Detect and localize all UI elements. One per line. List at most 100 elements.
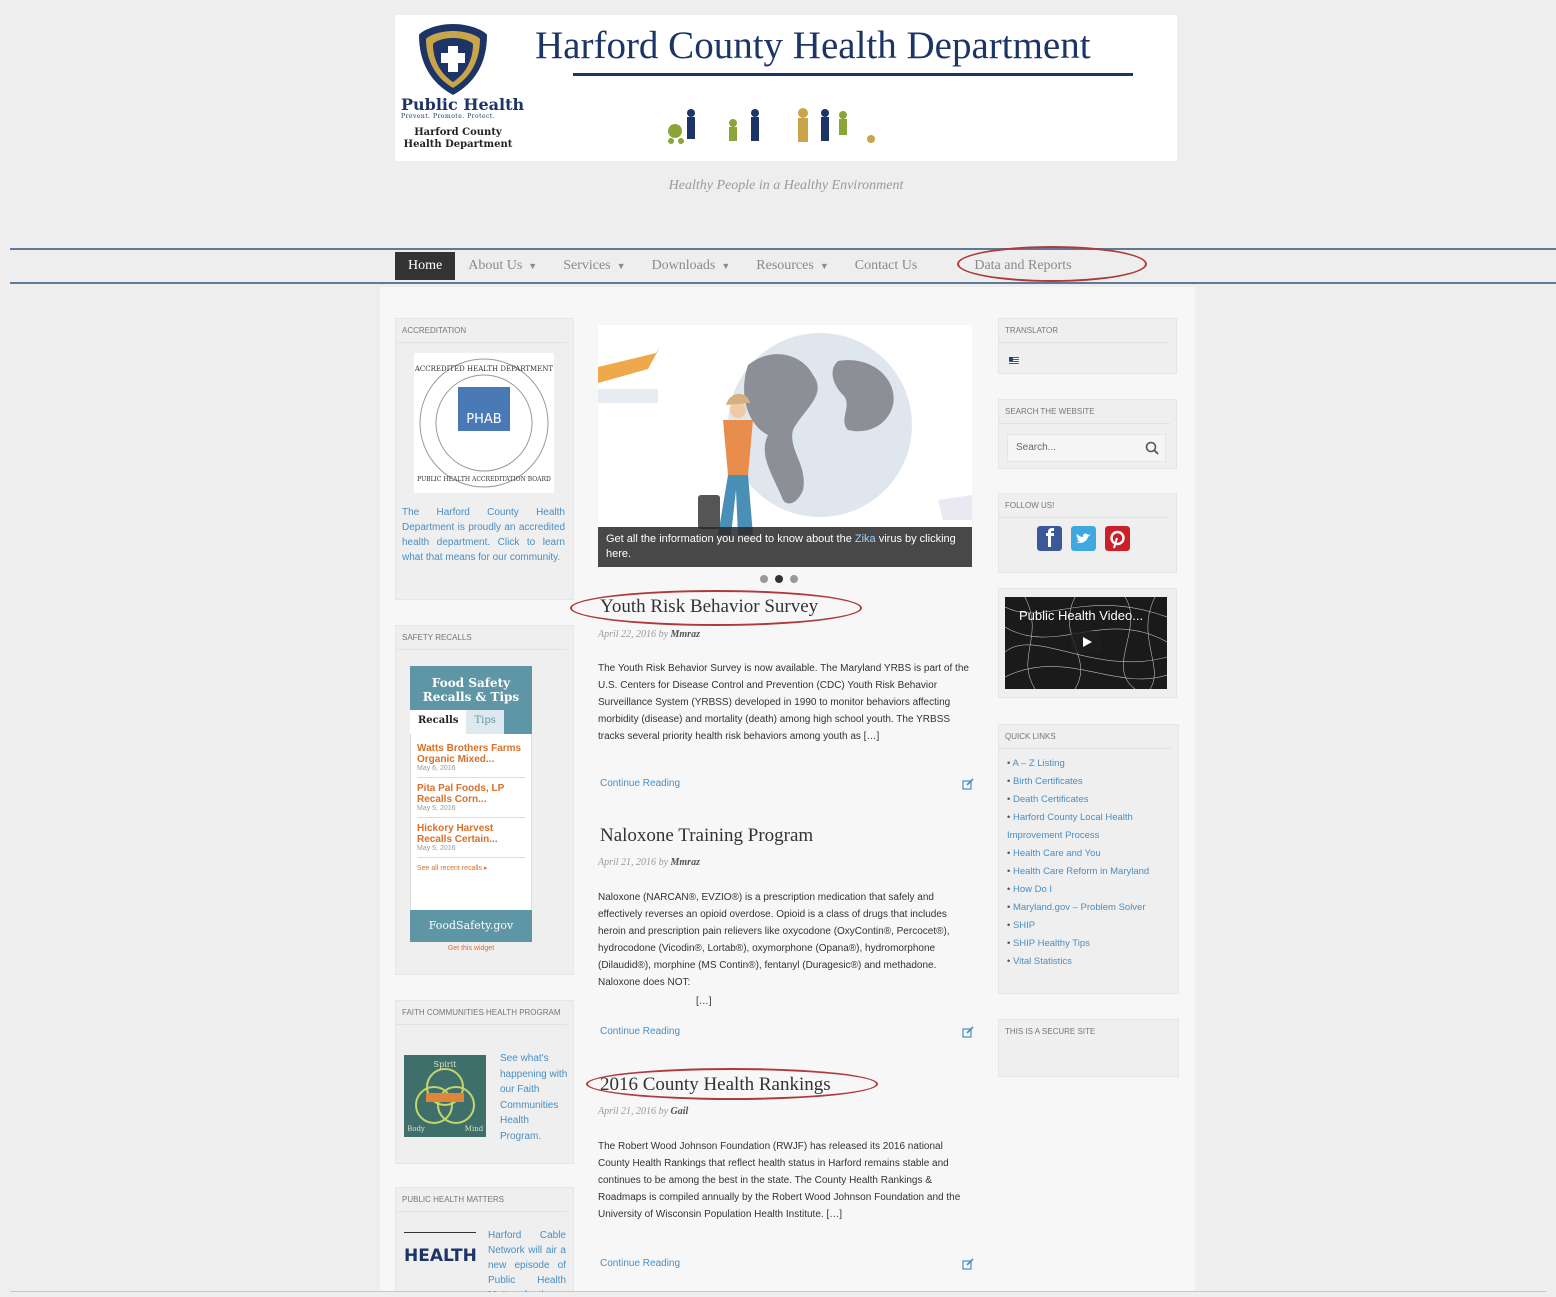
widget-title: SAFETY RECALLS xyxy=(396,626,567,650)
nav-item-resources[interactable]: Resources ▼ xyxy=(743,252,841,280)
widget-title: THIS IS A SECURE SITE xyxy=(1005,1027,1096,1036)
list-item[interactable]: Hickory Harvest Recalls Certain... May 5… xyxy=(417,818,525,858)
post-author[interactable]: Mmraz xyxy=(671,629,700,640)
see-all-recalls-link[interactable]: See all recent recalls ▸ xyxy=(417,858,525,872)
recall-date: May 6, 2016 xyxy=(417,765,456,772)
public-health-matters-link[interactable]: Harford Cable Network will air a new epi… xyxy=(488,1228,566,1292)
quick-link[interactable]: Birth Certificates xyxy=(1007,773,1170,791)
recall-date: May 5, 2016 xyxy=(417,845,456,852)
public-health-matters-logo[interactable]: HEALTH xyxy=(404,1246,477,1266)
continue-reading-link[interactable]: Continue Reading xyxy=(600,1258,680,1269)
logo-org-line-1: Harford County xyxy=(414,127,502,138)
post-author[interactable]: Mmraz xyxy=(671,857,700,868)
search-input[interactable]: Search... xyxy=(1007,434,1166,462)
page-bottom-border xyxy=(10,1291,1546,1292)
get-widget-link[interactable]: Get this widget xyxy=(410,942,532,952)
post-title-link[interactable]: Youth Risk Behavior Survey xyxy=(600,596,818,618)
post-by: by xyxy=(658,629,669,640)
nav-item-contact-us[interactable]: Contact Us xyxy=(842,252,931,280)
slider-dot-active[interactable] xyxy=(775,575,783,583)
caption-prefix: Get all the information you need to know… xyxy=(606,533,855,545)
recall-list: Watts Brothers Farms Organic Mixed... Ma… xyxy=(410,734,532,910)
widget-title: SEARCH THE WEBSITE xyxy=(999,400,1170,424)
nav-services-label: Services xyxy=(563,258,611,273)
post-title-link[interactable]: 2016 County Health Rankings xyxy=(600,1074,831,1096)
title-underline xyxy=(573,73,1133,76)
edit-icon[interactable] xyxy=(962,778,974,790)
image-label-body: Body xyxy=(407,1125,425,1133)
secure-site-widget: THIS IS A SECURE SITE xyxy=(998,1019,1179,1077)
badge-ring-top: ACCREDITED HEALTH DEPARTMENT xyxy=(414,365,553,373)
nav-item-home[interactable]: Home xyxy=(395,252,456,280)
header-banner[interactable]: Public Health Prevent. Promote. Protect.… xyxy=(395,15,1177,161)
phab-accreditation-badge[interactable]: PHAB ACCREDITED HEALTH DEPARTMENT PUBLIC… xyxy=(414,353,554,493)
play-icon xyxy=(1083,637,1092,647)
video-title[interactable]: Public Health Video... xyxy=(1019,608,1143,623)
spirit-body-mind-image[interactable]: Spirit Body Mind xyxy=(404,1055,486,1137)
quick-links-widget: QUICK LINKS A – Z Listing Birth Certific… xyxy=(998,724,1179,994)
continue-reading-link[interactable]: Continue Reading xyxy=(600,1026,680,1037)
logo-subheading: Prevent. Promote. Protect. xyxy=(401,113,496,120)
play-button[interactable] xyxy=(1071,631,1101,653)
post-date[interactable]: April 21, 2016 xyxy=(598,857,656,868)
foodsafety-gov-link[interactable]: FoodSafety.gov xyxy=(410,910,532,942)
divider xyxy=(404,1232,476,1233)
nav-data-reports-label: Data and Reports xyxy=(974,258,1072,273)
slider-dot[interactable] xyxy=(790,575,798,583)
zika-link[interactable]: Zika xyxy=(855,533,876,545)
widget-title: FAITH COMMUNITIES HEALTH PROGRAM xyxy=(396,1001,567,1025)
continue-reading-link[interactable]: Continue Reading xyxy=(600,778,680,789)
quick-link[interactable]: How Do I xyxy=(1007,881,1170,899)
quick-link[interactable]: A – Z Listing xyxy=(1007,755,1170,773)
logo-heading: Public Health xyxy=(401,95,525,114)
us-flag-icon[interactable] xyxy=(1009,357,1019,364)
quick-link[interactable]: SHIP Healthy Tips xyxy=(1007,935,1170,953)
nav-about-label: About Us xyxy=(468,258,523,273)
nav-item-services[interactable]: Services ▼ xyxy=(550,252,638,280)
logo-org-line-2: Health Department xyxy=(403,139,513,150)
nav-item-about-us[interactable]: About Us ▼ xyxy=(455,252,550,280)
post-title-link[interactable]: Naloxone Training Program xyxy=(600,825,813,847)
post-meta: April 22, 2016 by Mmraz xyxy=(598,629,700,640)
pinterest-icon[interactable] xyxy=(1105,526,1130,551)
follow-us-widget: FOLLOW US! xyxy=(998,493,1177,573)
list-item[interactable]: Pita Pal Foods, LP Recalls Corn... May 5… xyxy=(417,778,525,818)
nav-item-data-and-reports[interactable]: Data and Reports xyxy=(930,252,1084,280)
list-item[interactable]: Watts Brothers Farms Organic Mixed... Ma… xyxy=(417,738,525,778)
quick-link[interactable]: Health Care Reform in Maryland xyxy=(1007,863,1170,881)
slider-pagination xyxy=(760,575,798,583)
quick-link[interactable]: Death Certificates xyxy=(1007,791,1170,809)
post-date[interactable]: April 22, 2016 xyxy=(598,629,656,640)
widget-title: TRANSLATOR xyxy=(999,319,1170,343)
twitter-icon[interactable] xyxy=(1071,526,1096,551)
edit-icon[interactable] xyxy=(962,1258,974,1270)
quick-link[interactable]: Vital Statistics xyxy=(1007,953,1170,971)
slider-caption[interactable]: Get all the information you need to know… xyxy=(598,527,972,567)
quick-link[interactable]: Health Care and You xyxy=(1007,845,1170,863)
widget-title: FOLLOW US! xyxy=(999,494,1170,518)
food-safety-heading: Food Safety Recalls & Tips xyxy=(410,666,532,710)
quick-link[interactable]: SHIP xyxy=(1007,917,1170,935)
search-icon[interactable] xyxy=(1145,441,1159,455)
facebook-icon[interactable] xyxy=(1037,526,1062,551)
recall-date: May 5, 2016 xyxy=(417,805,456,812)
recall-title[interactable]: Pita Pal Foods, LP Recalls Corn... xyxy=(417,783,525,805)
site-tagline: Healthy People in a Healthy Environment xyxy=(668,178,904,193)
accreditation-link[interactable]: The Harford County Health Department is … xyxy=(402,505,565,565)
public-health-video[interactable]: Public Health Video... xyxy=(1005,597,1167,689)
post-by: by xyxy=(658,1106,669,1117)
slider-dot[interactable] xyxy=(760,575,768,583)
post-author[interactable]: Gail xyxy=(671,1106,689,1117)
recall-title[interactable]: Hickory Harvest Recalls Certain... xyxy=(417,823,525,845)
post-date[interactable]: April 21, 2016 xyxy=(598,1106,656,1117)
faith-program-link[interactable]: See what's happening with our Faith Comm… xyxy=(500,1051,570,1144)
nav-item-downloads[interactable]: Downloads ▼ xyxy=(639,252,744,280)
quick-link[interactable]: Maryland.gov – Problem Solver xyxy=(1007,899,1170,917)
featured-slider[interactable]: Get all the information you need to know… xyxy=(598,325,972,567)
quick-link[interactable]: Harford County Local Health Improvement … xyxy=(1007,809,1170,845)
edit-icon[interactable] xyxy=(962,1026,974,1038)
food-safety-heading-line-2: Recalls & Tips xyxy=(422,690,520,704)
tab-recalls[interactable]: Recalls xyxy=(410,710,467,734)
tab-tips[interactable]: Tips xyxy=(466,710,504,734)
recall-title[interactable]: Watts Brothers Farms Organic Mixed... xyxy=(417,743,525,765)
